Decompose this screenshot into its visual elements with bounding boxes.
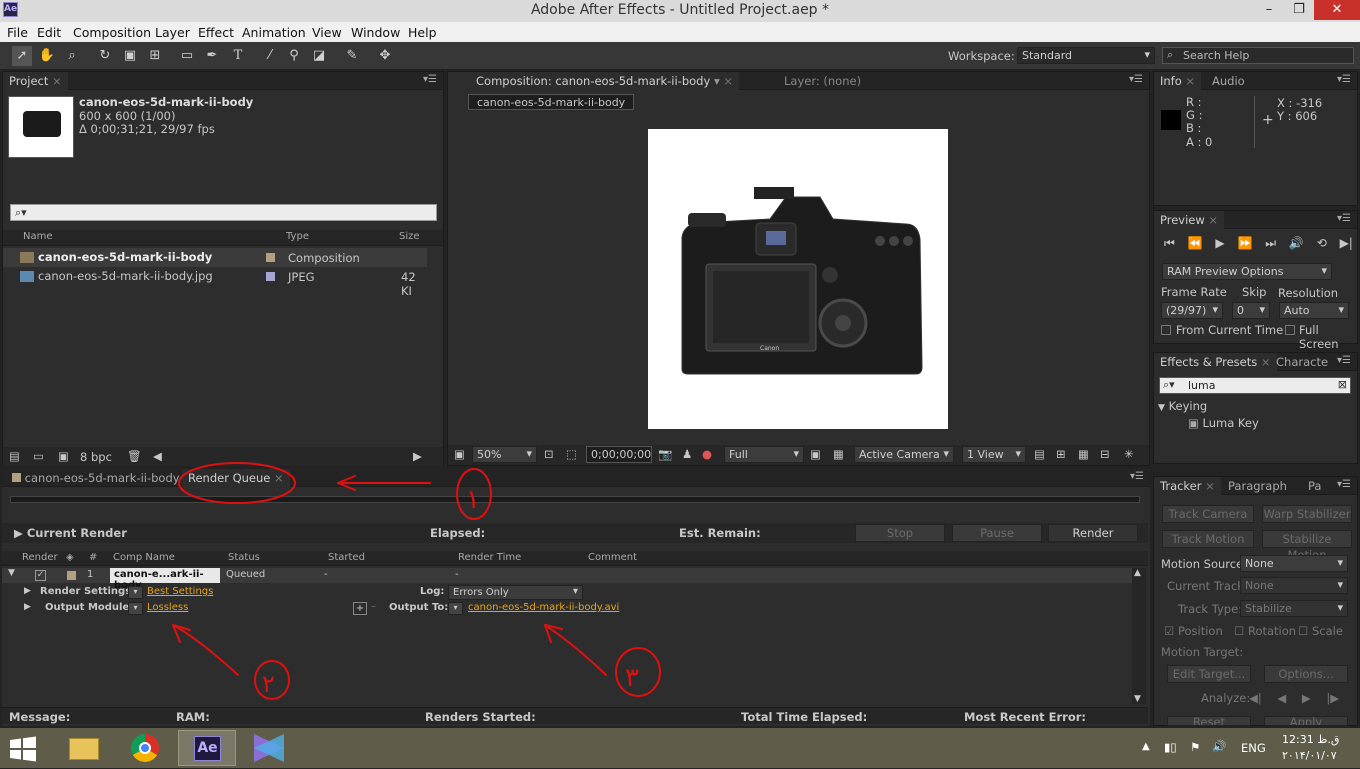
render-queue-circle: [178, 462, 296, 504]
clock-date[interactable]: ۲۰۱۴/۰۱/۰۷: [1282, 749, 1337, 762]
annotation-two: ٢: [262, 670, 275, 698]
red-annotations: ١ ٢ ٣: [172, 462, 661, 700]
annotation-three: ٣: [625, 663, 639, 693]
arrow-one: [337, 475, 431, 491]
language-indicator[interactable]: ENG: [1241, 741, 1266, 755]
after-effects-taskbar-icon[interactable]: Ae: [178, 730, 236, 766]
windows-taskbar: Ae ▲ ▮▯ ⚑ 🔊 ENG 12:31 ق.ظ ۲۰۱۴/۰۱/۰۷: [0, 728, 1360, 768]
media-player-icon[interactable]: [240, 730, 298, 766]
action-center-icon[interactable]: ⚑: [1190, 740, 1200, 754]
windows-start-icon[interactable]: [8, 736, 38, 762]
file-explorer-icon[interactable]: [55, 730, 113, 766]
show-hidden-icons-icon[interactable]: ▲: [1142, 741, 1150, 752]
annotation-one: ١: [466, 485, 480, 515]
chrome-icon[interactable]: [116, 730, 174, 766]
arrow-three: [544, 624, 607, 676]
volume-icon[interactable]: 🔊: [1212, 739, 1226, 753]
arrow-two: [172, 624, 239, 676]
network-icon[interactable]: ▮▯: [1164, 740, 1177, 754]
clock-time[interactable]: 12:31 ق.ظ: [1282, 733, 1339, 746]
